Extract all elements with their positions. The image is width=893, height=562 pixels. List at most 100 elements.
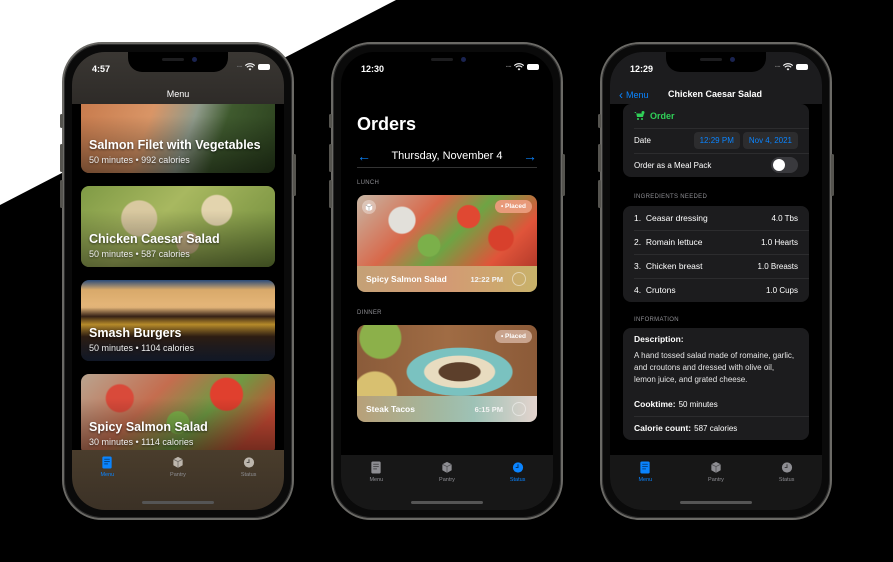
description-label: Description: xyxy=(634,334,684,344)
power-button xyxy=(562,154,565,196)
tab-label: Pantry xyxy=(439,477,455,483)
information-section: Description: A hand tossed salad made of… xyxy=(623,328,809,440)
cart-icon xyxy=(634,110,645,122)
ingredient-row: 2. Romain lettuce 1.0 Hearts xyxy=(623,230,809,254)
ingredient-amount: 1.0 Breasts xyxy=(757,261,798,271)
volume-down-button xyxy=(60,180,63,208)
phone-menu-screen: 4:57 ···· Menu Salmon Filet with Vegetab… xyxy=(60,42,296,520)
description-text: A hand tossed salad made of romaine, gar… xyxy=(634,351,795,384)
menu-doc-icon xyxy=(639,461,651,474)
meal-pack-toggle[interactable] xyxy=(771,157,798,173)
tab-label: Pantry xyxy=(708,477,724,483)
arrow-right-icon[interactable]: → xyxy=(523,148,537,164)
menu-item-name: Smash Burgers xyxy=(89,326,182,340)
section-label: DINNER xyxy=(357,310,382,316)
ingredient-amount: 4.0 Tbs xyxy=(771,213,798,223)
screen: 12:30 ···· Orders ← Thursday, November 4… xyxy=(341,52,553,510)
wifi-icon xyxy=(514,63,524,71)
silent-switch xyxy=(329,114,332,128)
menu-item-name: Salmon Filet with Vegetables xyxy=(89,138,261,152)
tab-status[interactable]: Status xyxy=(488,461,548,510)
phone-orders-screen: 12:30 ···· Orders ← Thursday, November 4… xyxy=(329,42,565,520)
menu-item-meta: 50 minutes • 587 calories xyxy=(89,249,190,259)
package-icon xyxy=(172,456,184,469)
volume-up-button xyxy=(598,144,601,172)
volume-down-button xyxy=(598,180,601,208)
nav-title: Menu xyxy=(166,89,190,99)
complete-checkbox[interactable] xyxy=(512,402,526,416)
time-picker[interactable]: 12:29 PM xyxy=(693,132,740,149)
order-name: Steak Tacos xyxy=(366,404,415,414)
tab-menu[interactable]: Menu xyxy=(346,461,406,510)
battery-icon xyxy=(258,64,270,70)
tab-status[interactable]: Status xyxy=(219,456,279,510)
signal-icon: ···· xyxy=(236,63,243,71)
order-card[interactable]: • Placed Steak Tacos 6:15 PM xyxy=(357,325,537,422)
menu-item-name: Spicy Salmon Salad xyxy=(89,420,208,434)
order-section: Order Date 12:29 PM Nov 4, 2021 Order as… xyxy=(623,104,809,177)
battery-icon xyxy=(796,64,808,70)
wifi-icon xyxy=(245,63,255,71)
calorie-row: Calorie count: 587 calories xyxy=(623,416,809,440)
nav-title: Chicken Caesar Salad xyxy=(668,89,763,99)
notch xyxy=(397,52,497,72)
ingredient-row: 3. Chicken breast 1.0 Breasts xyxy=(623,254,809,278)
meal-pack-row: Order as a Meal Pack xyxy=(623,153,809,177)
tab-menu[interactable]: Menu xyxy=(615,461,675,510)
status-time: 12:29 xyxy=(630,64,654,74)
meal-pack-icon xyxy=(362,200,376,214)
tab-label: Status xyxy=(240,472,257,478)
order-header: Order xyxy=(623,104,809,128)
signal-icon: ···· xyxy=(505,63,512,71)
screen: 4:57 ···· Menu Salmon Filet with Vegetab… xyxy=(72,52,284,510)
screen: 12:29 ···· ‹ Menu Chicken Caesar Salad Or… xyxy=(610,52,822,510)
status-time: 12:30 xyxy=(361,64,385,74)
power-button xyxy=(831,154,834,196)
menu-item-card[interactable]: Smash Burgers 50 minutes • 1104 calories xyxy=(81,280,275,361)
tab-label: Menu xyxy=(369,477,384,483)
date-picker[interactable]: Nov 4, 2021 xyxy=(742,132,798,149)
silent-switch xyxy=(598,114,601,128)
status-badge: • Placed xyxy=(494,330,532,343)
back-button[interactable]: ‹ Menu xyxy=(619,88,649,102)
current-date: Thursday, November 4 xyxy=(391,149,503,162)
phone-detail-screen: 12:29 ···· ‹ Menu Chicken Caesar Salad Or… xyxy=(598,42,834,520)
tab-label: Menu xyxy=(638,477,653,483)
menu-item-meta: 30 minutes • 1114 calories xyxy=(89,437,194,447)
volume-up-button xyxy=(60,144,63,172)
tab-label: Pantry xyxy=(170,472,186,478)
power-button xyxy=(293,154,296,196)
tab-menu[interactable]: Menu xyxy=(77,456,137,510)
package-icon xyxy=(441,461,453,474)
volume-up-button xyxy=(329,144,332,172)
clock-icon xyxy=(243,456,255,469)
volume-down-button xyxy=(329,180,332,208)
menu-item-meta: 50 minutes • 1104 calories xyxy=(89,343,195,353)
menu-item-card[interactable]: Salmon Filet with Vegetables 50 minutes … xyxy=(81,92,275,173)
order-card[interactable]: • Placed Spicy Salmon Salad 12:22 PM xyxy=(357,195,537,292)
menu-item-name: Chicken Caesar Salad xyxy=(89,232,220,246)
silent-switch xyxy=(60,114,63,128)
tab-status[interactable]: Status xyxy=(757,461,817,510)
menu-item-meta: 50 minutes • 992 calories xyxy=(89,155,190,165)
home-indicator xyxy=(680,501,752,504)
menu-item-card[interactable]: Chicken Caesar Salad 50 minutes • 587 ca… xyxy=(81,186,275,267)
arrow-left-icon[interactable]: ← xyxy=(357,148,371,164)
notch xyxy=(666,52,766,72)
signal-icon: ···· xyxy=(774,63,781,71)
order-time: 6:15 PM xyxy=(474,405,503,414)
ingredients-list: 1. Ceasar dressing 4.0 Tbs 2. Romain lett… xyxy=(623,206,809,302)
clock-icon xyxy=(512,461,524,474)
chevron-left-icon: ‹ xyxy=(619,88,623,102)
section-label: INFORMATION xyxy=(634,317,679,323)
complete-checkbox[interactable] xyxy=(512,272,526,286)
home-indicator xyxy=(142,501,214,504)
meal-pack-label: Order as a Meal Pack xyxy=(634,160,712,170)
home-indicator xyxy=(411,501,483,504)
page-title: Orders xyxy=(357,114,417,134)
order-name: Spicy Salmon Salad xyxy=(366,274,447,284)
menu-item-card[interactable]: Spicy Salmon Salad 30 minutes • 1114 cal… xyxy=(81,374,275,455)
status-badge: • Placed xyxy=(494,200,532,213)
clock-icon xyxy=(781,461,793,474)
battery-icon xyxy=(527,64,539,70)
